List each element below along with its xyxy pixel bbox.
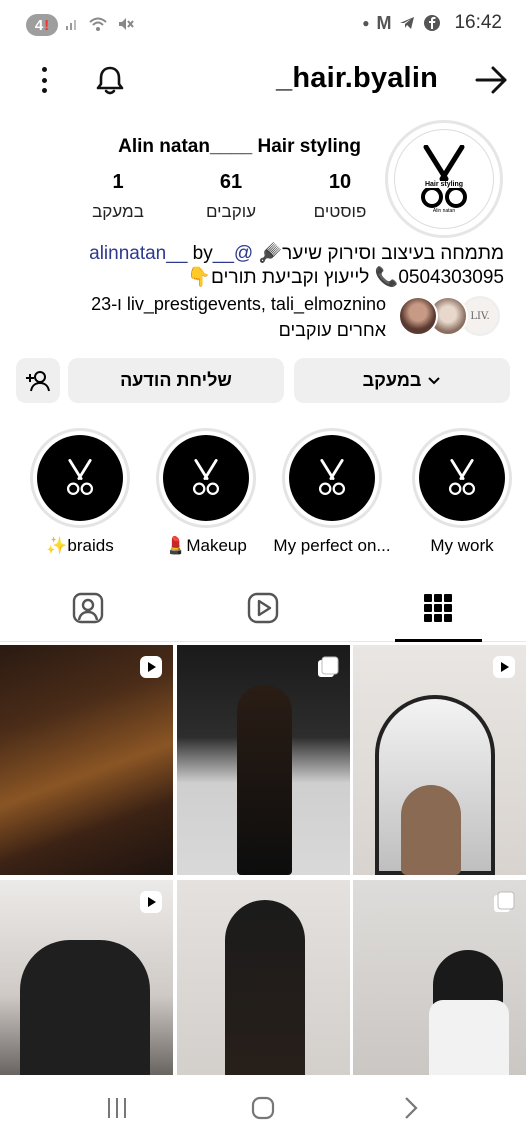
avatar-logo: Hair styling Alin natan (394, 129, 494, 229)
highlight-label: My perfect on... (273, 536, 391, 555)
status-icons-left (65, 15, 135, 33)
profile-username: _hair.byalin (276, 62, 438, 94)
facebook-icon (424, 15, 441, 31)
followed-by-others[interactable]: אחרים עוקבים (279, 320, 386, 341)
signal-icon (66, 20, 76, 30)
posts-grid (0, 645, 526, 1110)
highlight-my-perfect[interactable]: My perfect on... (273, 428, 391, 556)
dot-icon: ● (362, 16, 370, 30)
carousel-badge-icon (318, 656, 339, 677)
status-clock: 16:42 (454, 12, 502, 33)
gmail-icon: M (376, 12, 392, 33)
active-tab-indicator (395, 639, 482, 642)
highlight-label: My work (430, 536, 494, 555)
scissors-icon (318, 459, 346, 495)
tab-tagged[interactable] (68, 588, 108, 628)
profile-tabs (0, 580, 526, 642)
message-label: שליחת הודעה (120, 370, 232, 390)
avatar-text: Hair styling (424, 180, 464, 188)
scissors-icon (192, 459, 220, 495)
profile-avatar[interactable]: Hair styling Alin natan (385, 120, 503, 238)
wifi-icon (89, 17, 107, 31)
tab-reels[interactable] (243, 588, 283, 628)
status-bar: 4! ● M 16:42 (0, 0, 526, 50)
status-icons-right: ● M 16:42 (362, 12, 502, 34)
chevron-down-icon (428, 376, 441, 384)
avatar-subtext: Alin natan (432, 207, 456, 214)
stat-followers-value: 61 (219, 171, 243, 193)
following-button[interactable]: במעקב (294, 358, 510, 403)
system-navigation-bar (0, 1075, 526, 1140)
bell-icon[interactable] (92, 63, 128, 99)
recent-apps-icon[interactable] (104, 1095, 130, 1121)
reel-badge-icon (140, 891, 162, 913)
stat-followers[interactable]: 61 עוקבים (185, 171, 277, 222)
followed-by-text[interactable]: liv_prestigevents, tali_elmoznino ו-23 (91, 294, 386, 315)
back-arrow-icon[interactable] (472, 61, 510, 99)
reel-badge-icon (140, 656, 162, 678)
stat-following-value: 1 (112, 171, 124, 193)
profile-header: _hair.byalin (0, 55, 526, 105)
tab-grid[interactable] (418, 588, 458, 628)
reel-badge-icon (493, 656, 515, 678)
scissors-icon (421, 144, 467, 208)
stat-followers-label: עוקבים (205, 202, 257, 221)
reels-icon (247, 592, 279, 624)
following-label: במעקב (362, 370, 422, 390)
kebab-menu-icon[interactable] (32, 67, 56, 93)
carousel-badge-icon (494, 891, 515, 912)
highlight-label: 💄Makeup (165, 536, 247, 555)
highlight-makeup[interactable]: 💄Makeup (154, 428, 258, 556)
grid-icon (424, 594, 452, 622)
bio-line1-suffix: by (192, 243, 213, 264)
profile-full-name: Alin natan____ Hair styling (118, 136, 361, 157)
message-button[interactable]: שליחת הודעה (68, 358, 284, 403)
stat-following[interactable]: 1 במעקב (72, 171, 164, 222)
add-user-icon (26, 370, 50, 391)
telegram-icon (400, 17, 415, 29)
bio-line-2: 0504303095📞 לייעוץ וקביעת תורים👇 (187, 267, 504, 288)
scissors-icon (448, 459, 476, 495)
post-thumbnail-1[interactable] (0, 645, 173, 875)
threads-handle-link[interactable]: @__alinnatan__ (89, 243, 253, 264)
mutual-avatar-1 (398, 296, 438, 336)
mute-icon (119, 18, 134, 30)
add-user-button[interactable] (16, 358, 60, 403)
back-icon[interactable] (398, 1095, 424, 1121)
stat-posts-value: 10 (328, 171, 352, 193)
stat-posts-label: פוסטים (313, 202, 367, 221)
post-thumbnail-2[interactable] (177, 645, 350, 875)
highlight-label: ✨braids (46, 536, 114, 555)
home-icon[interactable] (250, 1095, 276, 1121)
stat-following-label: במעקב (92, 202, 144, 221)
scissors-icon (66, 459, 94, 495)
tagged-icon (72, 592, 104, 624)
stat-posts[interactable]: 10 פוסטים (294, 171, 386, 222)
notification-count-icon: 4! (26, 14, 58, 36)
highlight-braids[interactable]: ✨braids (28, 428, 132, 556)
post-thumbnail-3[interactable] (353, 645, 526, 875)
mutual-followers-avatars[interactable]: LIV. (398, 296, 506, 336)
highlight-my-work[interactable]: My work (410, 428, 514, 556)
bio-line-1: מתמחה בעיצוב וסירוק שיער🪮 @__alinnatan__… (89, 241, 504, 265)
bio-line1-text: מתמחה בעיצוב וסירוק שיער🪮 (258, 243, 504, 264)
